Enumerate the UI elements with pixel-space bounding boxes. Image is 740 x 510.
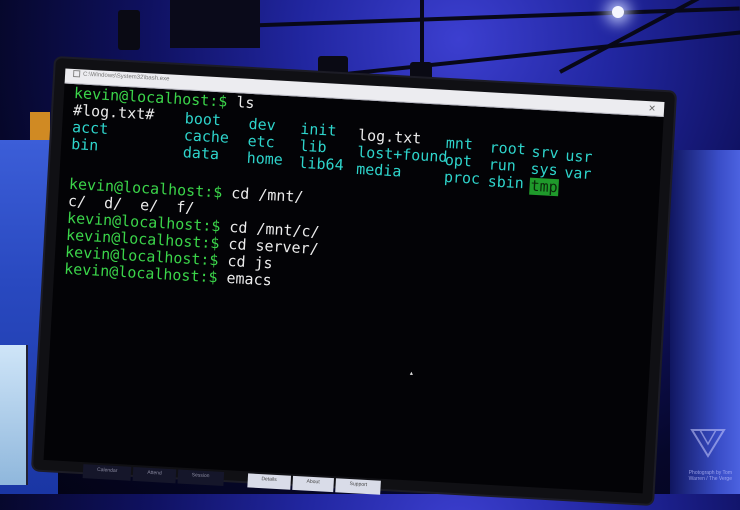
shell-command: ls (235, 93, 255, 113)
tab-attend[interactable]: Attend (132, 466, 176, 484)
stage-truss (170, 0, 260, 48)
window-title-text: C:\Windows\System32\bash.exe (82, 71, 170, 83)
tab-support[interactable]: Support (335, 478, 382, 495)
ls-dir: var (563, 163, 592, 184)
ls-dir: bin (70, 134, 99, 155)
ls-dir: media (355, 159, 402, 181)
stage-left-panel (0, 345, 28, 485)
stage-light-fixture (118, 10, 140, 50)
ls-dir-highlighted: tmp (529, 176, 560, 197)
console-icon (72, 69, 81, 78)
tab-session[interactable]: Session (177, 469, 224, 486)
close-button[interactable]: ✕ (644, 101, 661, 116)
ls-dir: proc (443, 167, 481, 188)
window-title: C:\Windows\System32\bash.exe (72, 69, 170, 83)
ls-dir: sbin (487, 172, 525, 193)
bottom-tabbar: Calendar Attend Session Details About Su… (82, 464, 382, 495)
watermark-text: Photograph by Tom Warren / The Verge (688, 470, 732, 482)
stage-spotlight (612, 6, 624, 18)
tab-about[interactable]: About (292, 475, 334, 493)
tab-details[interactable]: Details (246, 473, 291, 490)
shell-command: emacs (226, 268, 273, 290)
tab-calendar[interactable]: Calendar (82, 464, 132, 481)
mouse-cursor-icon: ▴ (408, 368, 415, 378)
ls-dir: lib64 (298, 153, 345, 175)
ls-dir: data (182, 143, 220, 164)
verge-logo-icon (690, 429, 726, 458)
ls-dir: home (246, 148, 284, 169)
terminal-output[interactable]: kevin@localhost:$ ls #log.txt# boot dev … (55, 84, 656, 475)
bash-window: C:\Windows\System32\bash.exe ✕ kevin@loc… (33, 58, 676, 504)
